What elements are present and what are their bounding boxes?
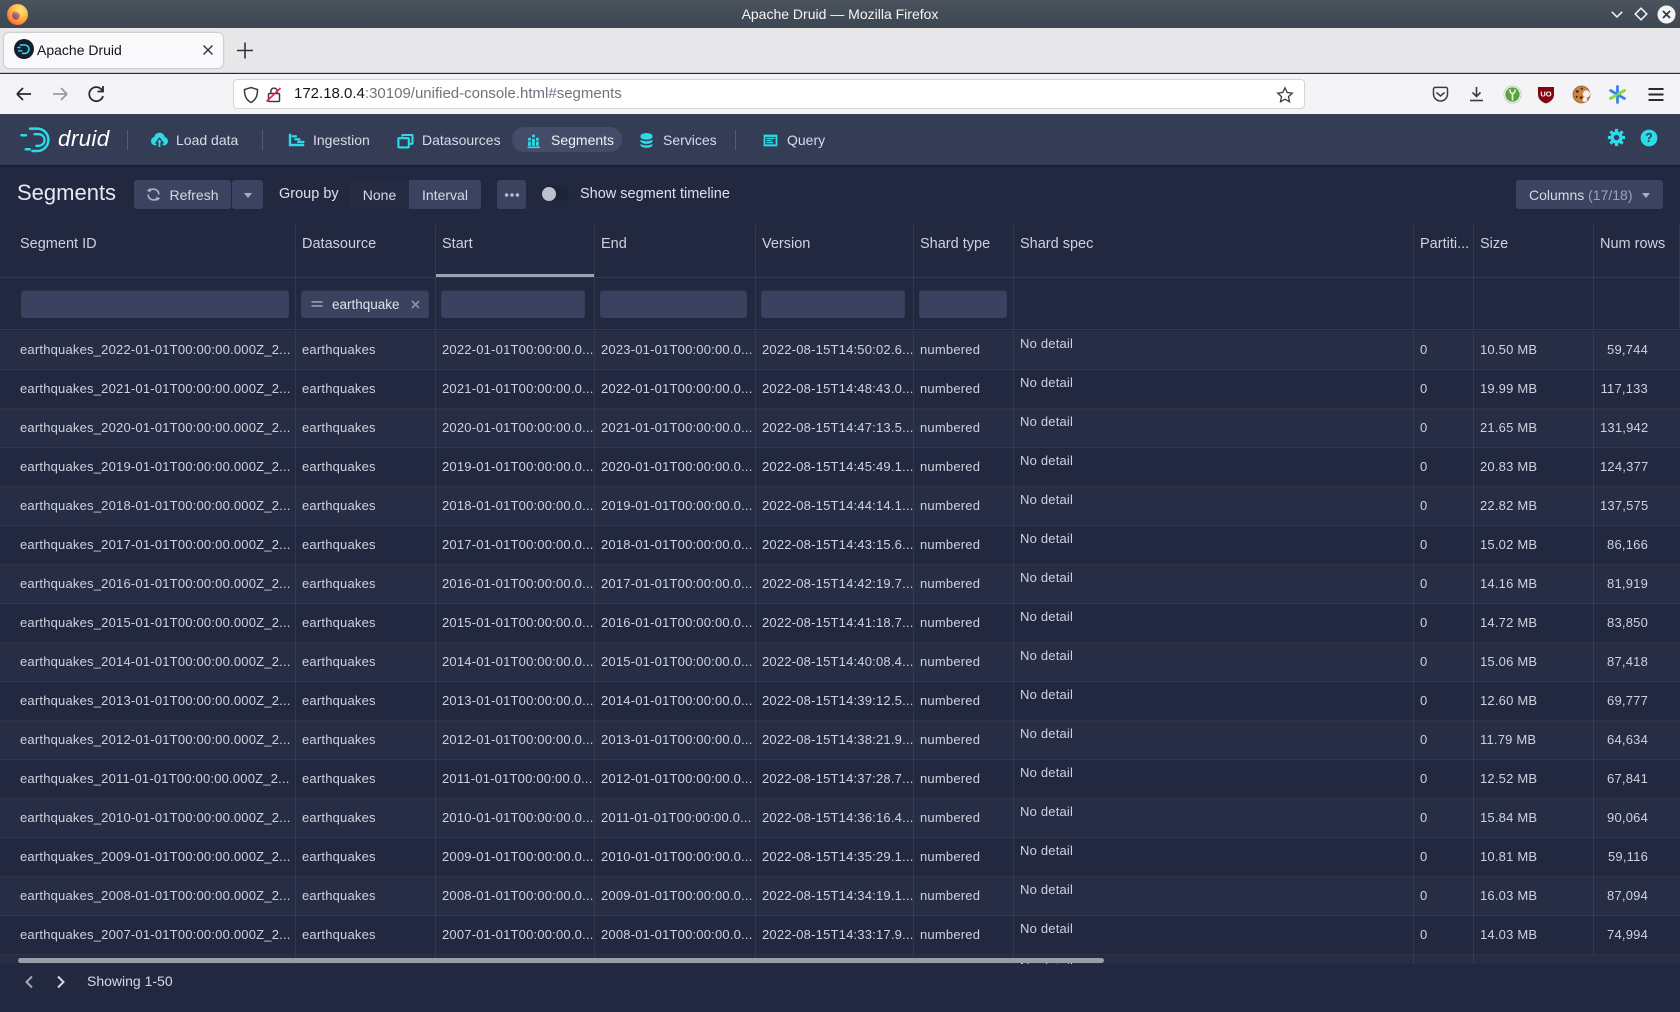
svg-text:UO: UO bbox=[1540, 90, 1551, 99]
svg-text:?: ? bbox=[1645, 131, 1653, 145]
